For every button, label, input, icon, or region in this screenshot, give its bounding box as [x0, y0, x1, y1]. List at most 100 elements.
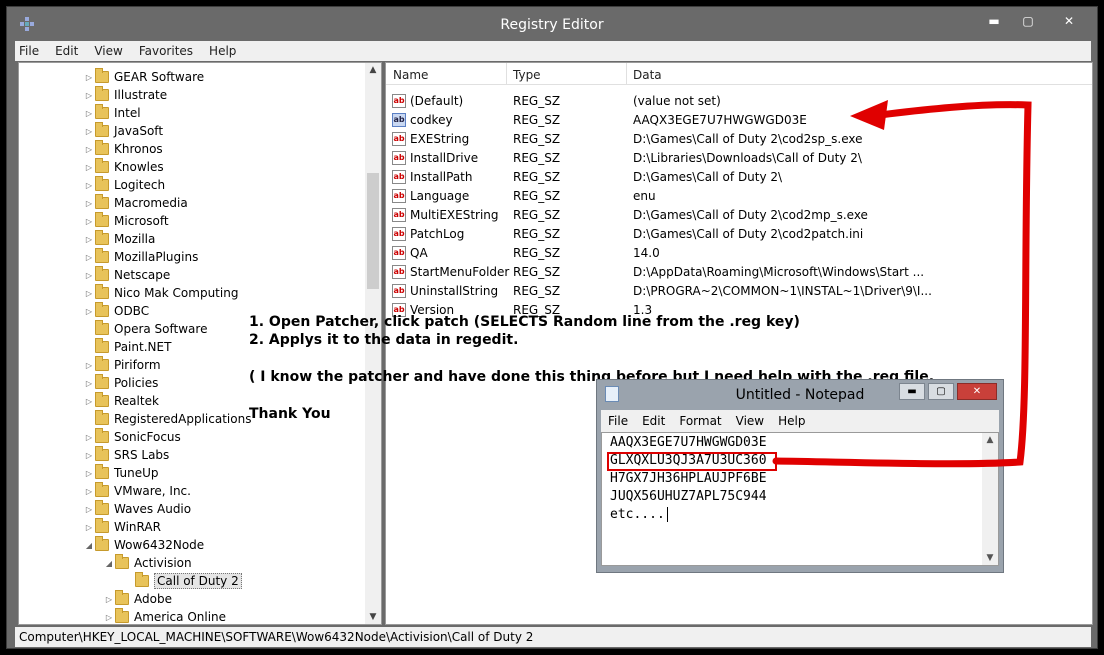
- tree-item[interactable]: ▷ GEAR Software: [83, 68, 204, 86]
- notepad-maximize-button[interactable]: ▢: [928, 383, 954, 400]
- close-button[interactable]: ✕: [1047, 11, 1091, 31]
- expander-icon[interactable]: ▷: [83, 217, 95, 226]
- tree-item[interactable]: ◢ Wow6432Node: [83, 536, 204, 554]
- tree-item[interactable]: ▷ Waves Audio: [83, 500, 191, 518]
- expander-icon[interactable]: ▷: [83, 145, 95, 154]
- header-type[interactable]: Type: [513, 68, 541, 82]
- expander-icon[interactable]: ▷: [83, 235, 95, 244]
- notepad-minimize-button[interactable]: ▬: [899, 383, 925, 400]
- expander-icon[interactable]: ▷: [83, 199, 95, 208]
- expander-icon[interactable]: ▷: [83, 109, 95, 118]
- expander-icon[interactable]: ▷: [83, 469, 95, 478]
- header-data[interactable]: Data: [633, 68, 662, 82]
- menu-favorites[interactable]: Favorites: [139, 44, 193, 58]
- value-row[interactable]: ab codkey REG_SZ AAQX3EGE7U7HWGWGD03E: [386, 111, 1092, 130]
- expander-icon[interactable]: ▷: [83, 163, 95, 172]
- tree-item[interactable]: RegisteredApplications: [83, 410, 251, 428]
- notepad-menu-edit[interactable]: Edit: [642, 414, 665, 428]
- tree-item[interactable]: ▷ Microsoft: [83, 212, 169, 230]
- expander-icon[interactable]: ▷: [83, 397, 95, 406]
- tree-item[interactable]: ▷ JavaSoft: [83, 122, 163, 140]
- tree-item[interactable]: ▷ SonicFocus: [83, 428, 181, 446]
- expander-icon[interactable]: ▷: [83, 307, 95, 316]
- expander-icon[interactable]: ▷: [83, 361, 95, 370]
- notepad-close-button[interactable]: ✕: [957, 383, 997, 400]
- tree-item[interactable]: ▷ MozillaPlugins: [83, 248, 198, 266]
- tree-item[interactable]: ▷ Macromedia: [83, 194, 188, 212]
- expander-icon[interactable]: ▷: [83, 289, 95, 298]
- value-row[interactable]: ab EXEString REG_SZ D:\Games\Call of Duty 2…: [386, 130, 1092, 149]
- menu-edit[interactable]: Edit: [55, 44, 78, 58]
- menu-view[interactable]: View: [94, 44, 122, 58]
- expander-icon[interactable]: ▷: [83, 73, 95, 82]
- tree-item[interactable]: ▷ Intel: [83, 104, 141, 122]
- value-row[interactable]: ab StartMenuFolder REG_SZ D:\AppData\Roamin…: [386, 263, 1092, 282]
- expander-icon[interactable]: ▷: [83, 253, 95, 262]
- tree-item[interactable]: ▷ Adobe: [103, 590, 172, 608]
- tree-item[interactable]: Call of Duty 2: [123, 572, 242, 590]
- expander-icon[interactable]: ▷: [83, 91, 95, 100]
- tree-item-label: GEAR Software: [114, 70, 205, 84]
- tree-item[interactable]: ▷ Nico Mak Computing: [83, 284, 238, 302]
- scroll-up-icon[interactable]: ▲: [365, 65, 381, 75]
- tree-item[interactable]: ▷ Khronos: [83, 140, 163, 158]
- value-row[interactable]: ab QA REG_SZ 14.0: [386, 244, 1092, 263]
- notepad-menu-view[interactable]: View: [736, 414, 764, 428]
- tree-item-label: Microsoft: [114, 214, 169, 228]
- value-row[interactable]: ab Language REG_SZ enu: [386, 187, 1092, 206]
- tree-item[interactable]: ◢ Activision: [103, 554, 192, 572]
- value-row[interactable]: ab UninstallString REG_SZ D:\PROGRA~2\COMMO…: [386, 282, 1092, 301]
- tree-item[interactable]: ▷ SRS Labs: [83, 446, 169, 464]
- expander-icon[interactable]: ▷: [83, 271, 95, 280]
- expander-icon[interactable]: ▷: [83, 433, 95, 442]
- notepad-scroll-up-icon[interactable]: ▲: [982, 435, 998, 445]
- expander-icon[interactable]: ▷: [103, 595, 115, 604]
- menu-help[interactable]: Help: [209, 44, 236, 58]
- tree-item[interactable]: ▷ Illustrate: [83, 86, 167, 104]
- tree-item[interactable]: ▷ Netscape: [83, 266, 170, 284]
- expander-icon[interactable]: ▷: [83, 487, 95, 496]
- tree-item[interactable]: Opera Software: [83, 320, 207, 338]
- expander-icon[interactable]: ◢: [83, 541, 95, 550]
- value-row[interactable]: ab MultiEXEString REG_SZ D:\Games\Call of D…: [386, 206, 1092, 225]
- expander-icon[interactable]: ▷: [83, 505, 95, 514]
- notepad-menu-help[interactable]: Help: [778, 414, 805, 428]
- tree-item[interactable]: Paint.NET: [83, 338, 171, 356]
- header-name[interactable]: Name: [393, 68, 428, 82]
- tree-item[interactable]: ▷ ODBC: [83, 302, 149, 320]
- value-row[interactable]: ab (Default) REG_SZ (value not set): [386, 92, 1092, 111]
- tree-item[interactable]: ▷ WinRAR: [83, 518, 161, 536]
- tree-item[interactable]: ▷ Realtek: [83, 392, 159, 410]
- value-row[interactable]: ab InstallDrive REG_SZ D:\Libraries\Downloa…: [386, 149, 1092, 168]
- notepad-text-area[interactable]: AAQX3EGE7U7HWGWGD03E GLXQXLU3QJ3A7U3UC36…: [601, 432, 999, 566]
- expander-icon[interactable]: ▷: [103, 613, 115, 622]
- notepad-menu-format[interactable]: Format: [679, 414, 721, 428]
- tree-item[interactable]: ▷ TuneUp: [83, 464, 159, 482]
- expander-icon[interactable]: ▷: [83, 127, 95, 136]
- notepad-scrollbar[interactable]: ▲ ▼: [982, 433, 998, 565]
- notepad-scroll-down-icon[interactable]: ▼: [982, 553, 998, 563]
- tree-item[interactable]: ▷ VMware, Inc.: [83, 482, 191, 500]
- menu-file[interactable]: File: [19, 44, 39, 58]
- tree-item[interactable]: ▷ Mozilla: [83, 230, 155, 248]
- notepad-menu-file[interactable]: File: [608, 414, 628, 428]
- annotation-thanks: Thank You: [249, 406, 331, 422]
- minimize-button[interactable]: ▬: [979, 11, 1009, 31]
- title-bar[interactable]: Registry Editor ▬ ▢ ✕: [7, 7, 1097, 41]
- expander-icon[interactable]: ▷: [83, 451, 95, 460]
- tree-item[interactable]: ▷ Piriform: [83, 356, 161, 374]
- tree-item[interactable]: ▷ Policies: [83, 374, 158, 392]
- scroll-down-icon[interactable]: ▼: [365, 612, 381, 622]
- expander-icon[interactable]: ▷: [83, 523, 95, 532]
- tree-scroll-thumb[interactable]: [367, 173, 379, 289]
- tree-item[interactable]: ▷ Knowles: [83, 158, 164, 176]
- maximize-button[interactable]: ▢: [1013, 11, 1043, 31]
- tree-item[interactable]: ▷ America Online: [103, 608, 226, 624]
- folder-icon: [95, 428, 109, 443]
- value-row[interactable]: ab InstallPath REG_SZ D:\Games\Call of Duty…: [386, 168, 1092, 187]
- expander-icon[interactable]: ▷: [83, 181, 95, 190]
- expander-icon[interactable]: ▷: [83, 379, 95, 388]
- expander-icon[interactable]: ◢: [103, 559, 115, 568]
- tree-item[interactable]: ▷ Logitech: [83, 176, 165, 194]
- value-row[interactable]: ab PatchLog REG_SZ D:\Games\Call of Duty 2\…: [386, 225, 1092, 244]
